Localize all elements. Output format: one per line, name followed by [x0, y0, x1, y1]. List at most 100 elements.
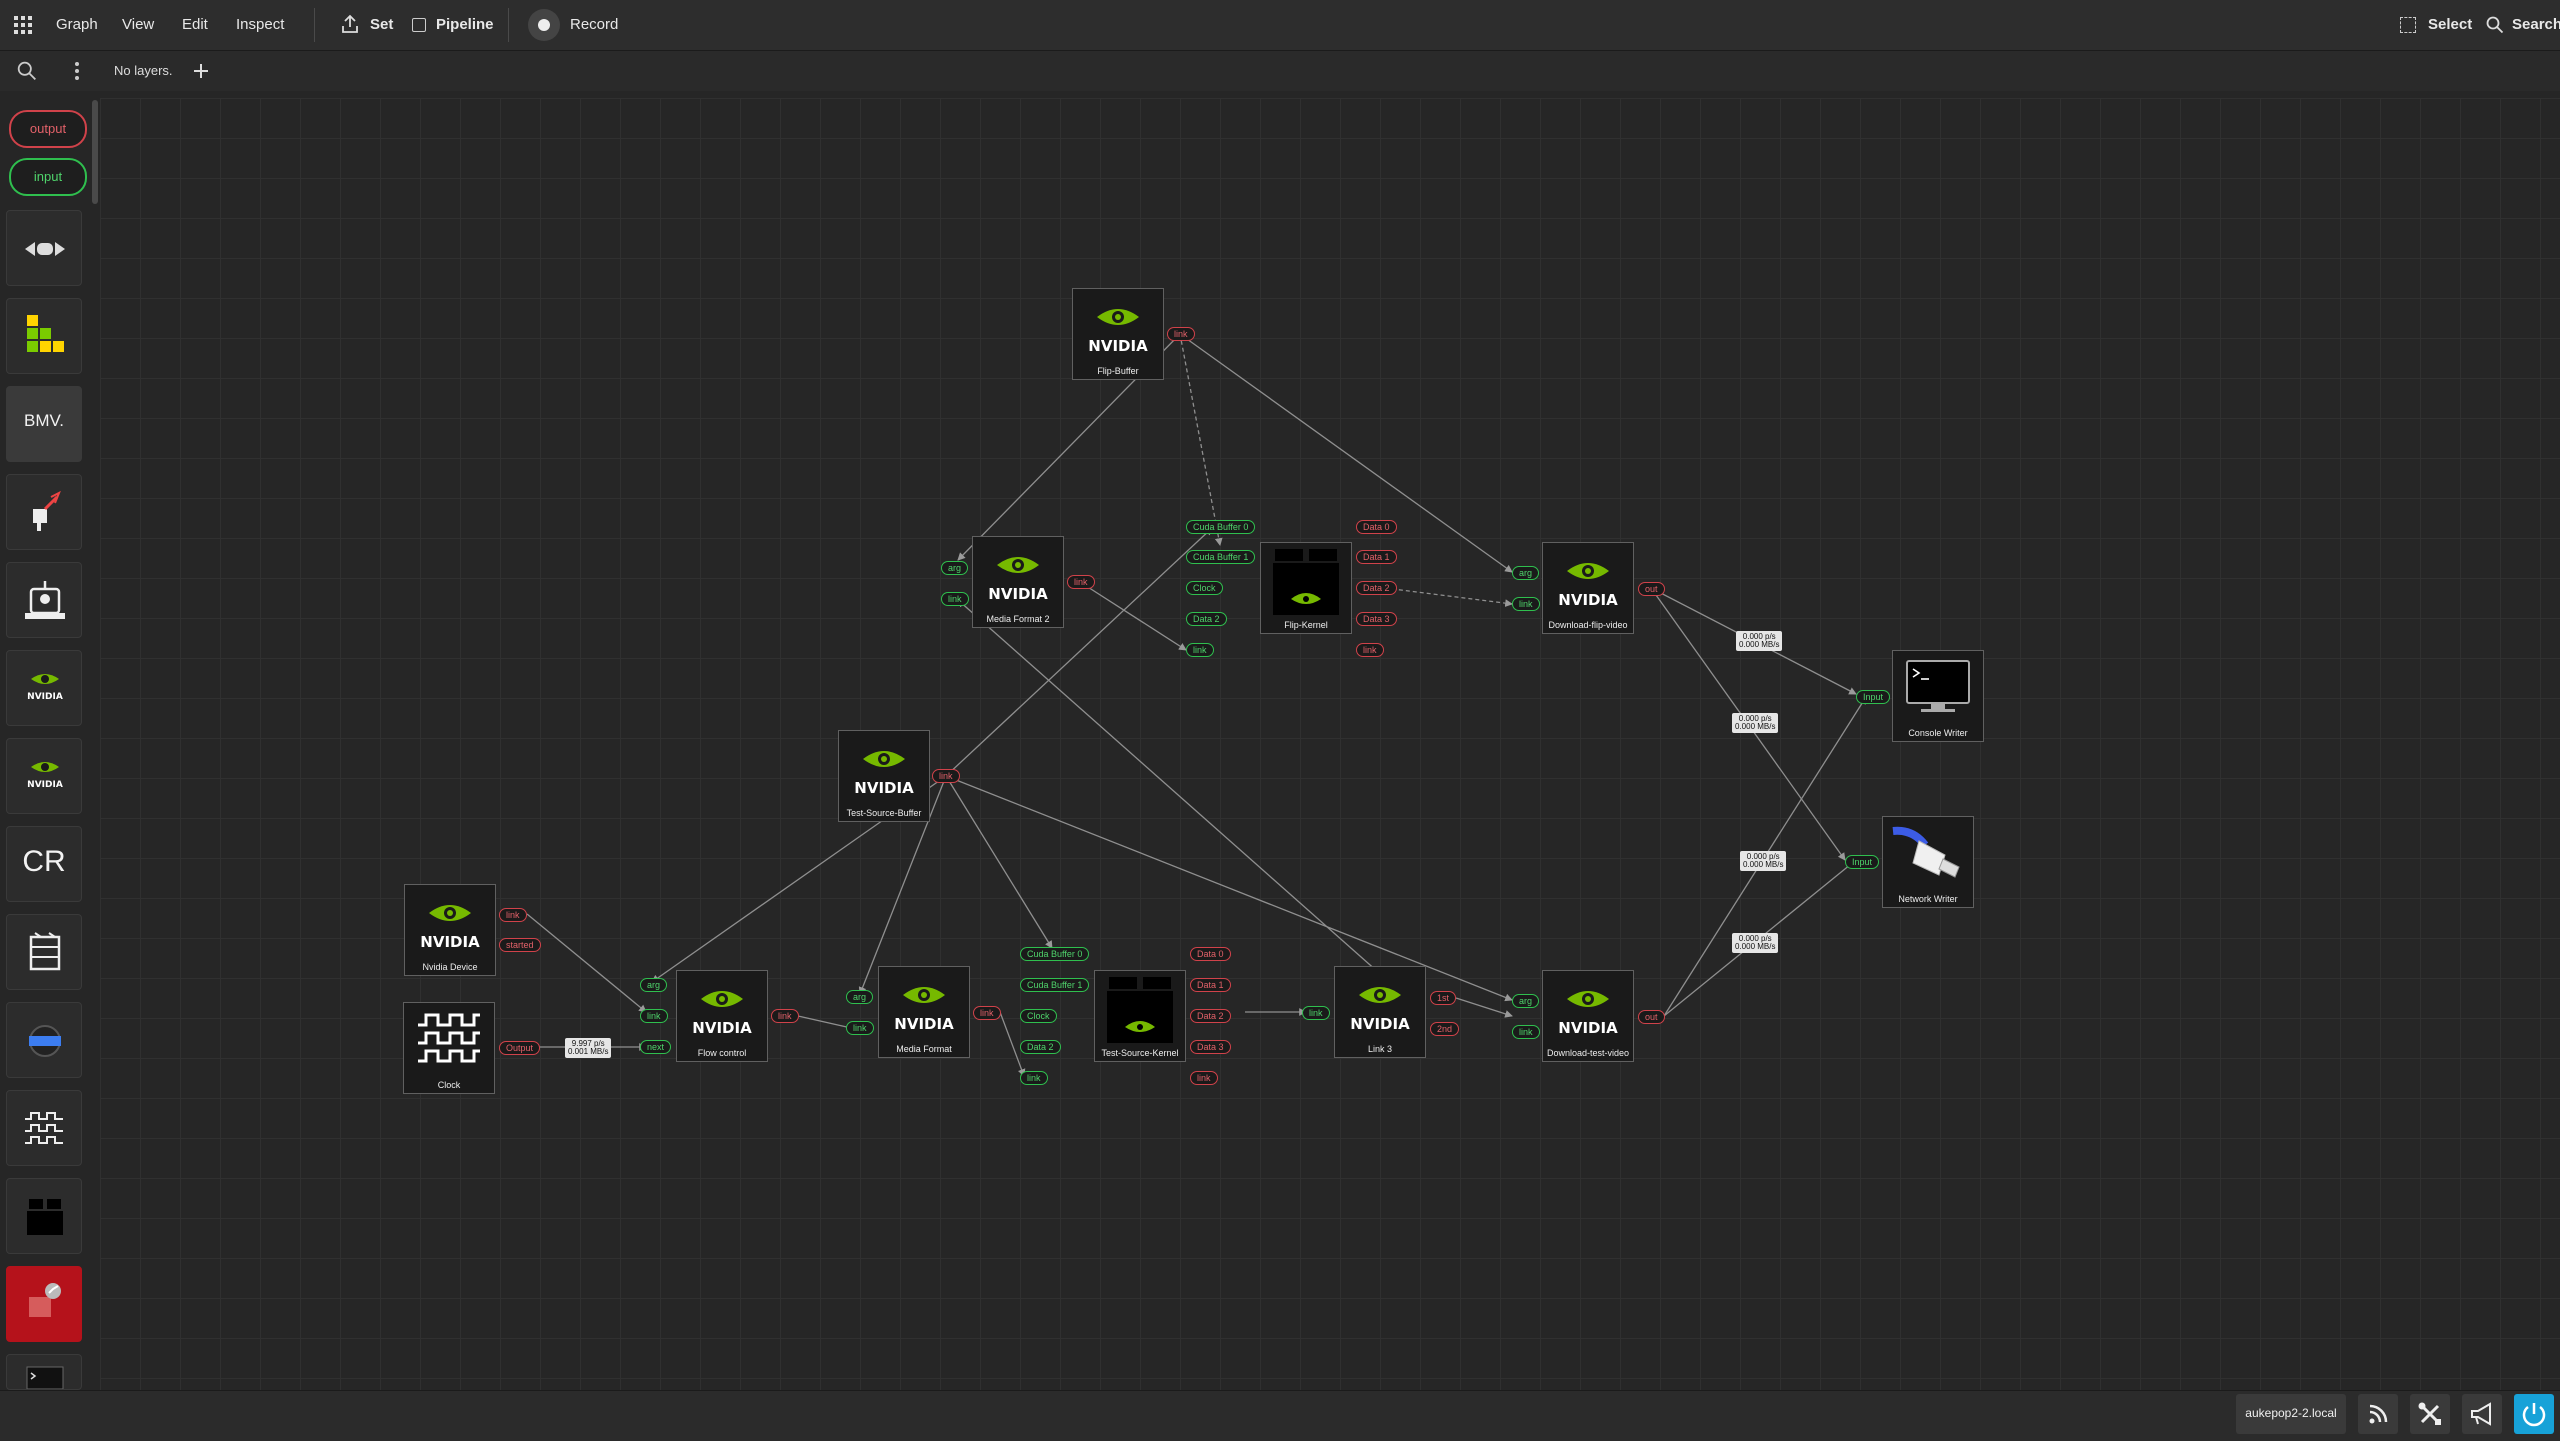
port-console-writer-input[interactable]: Input	[1856, 690, 1891, 704]
port-flip-kernel-cuda-buffer-0[interactable]: Cuda Buffer 0	[1186, 520, 1256, 534]
port-download-test-arg[interactable]: arg	[1512, 994, 1540, 1008]
node-label: Flow control	[697, 1048, 747, 1058]
node-link-3[interactable]: NVIDIA Link 3	[1334, 966, 1426, 1058]
node-network-writer[interactable]: Network Writer	[1882, 816, 1974, 908]
edge	[1179, 333, 1223, 546]
node-label: Download-flip-video	[1548, 620, 1628, 630]
square-wave-icon	[418, 1013, 480, 1063]
nvidia-logo-icon: NVIDIA	[988, 557, 1048, 603]
port-test-kernel-cuda-buffer-1[interactable]: Cuda Buffer 1	[1020, 978, 1090, 992]
port-download-test-link[interactable]: link	[1512, 1025, 1540, 1039]
edge	[945, 775, 1053, 949]
port-flip-kernel-data-2[interactable]: Data 2	[1186, 612, 1227, 626]
port-media-format-2-out-link[interactable]: link	[1067, 575, 1095, 589]
node-download-flip-video[interactable]: NVIDIA Download-flip-video	[1542, 542, 1634, 634]
port-link-3-first[interactable]: 1st	[1430, 991, 1457, 1005]
nvidia-logo-icon: NVIDIA	[1558, 563, 1618, 609]
port-test-kernel-data-2-out[interactable]: Data 2	[1190, 1009, 1231, 1023]
port-media-format-out-link[interactable]: link	[973, 1006, 1001, 1020]
svg-text:NVIDIA: NVIDIA	[420, 933, 480, 951]
node-download-test-video[interactable]: NVIDIA Download-test-video	[1542, 970, 1634, 1062]
port-flip-kernel-cuda-buffer-1[interactable]: Cuda Buffer 1	[1186, 550, 1256, 564]
node-console-writer[interactable]: Console Writer	[1892, 650, 1984, 742]
port-link-3-link[interactable]: link	[1302, 1006, 1330, 1020]
announcements-button[interactable]	[2462, 1394, 2502, 1434]
port-flip-kernel-clock[interactable]: Clock	[1186, 581, 1223, 595]
power-button[interactable]	[2514, 1394, 2554, 1434]
port-download-flip-arg[interactable]: arg	[1512, 566, 1540, 580]
edge-rate-label: 0.000 p/s 0.000 MB/s	[1736, 631, 1783, 651]
node-flow-control[interactable]: NVIDIA Flow control	[676, 970, 768, 1062]
port-test-kernel-data-2[interactable]: Data 2	[1020, 1040, 1061, 1054]
port-nvidia-device-link[interactable]: link	[499, 908, 527, 922]
node-media-format-2[interactable]: NVIDIA Media Format 2	[972, 536, 1064, 628]
port-download-test-out[interactable]: out	[1638, 1010, 1665, 1024]
node-label: Test-Source-Buffer	[846, 808, 922, 818]
node-flip-buffer[interactable]: NVIDIA Flip-Buffer	[1072, 288, 1164, 380]
kernel-blocks-icon	[1107, 977, 1173, 1043]
node-test-source-kernel[interactable]: Test-Source-Kernel	[1094, 970, 1186, 1062]
nvidia-logo-icon: NVIDIA	[1558, 991, 1618, 1037]
port-flow-control-arg[interactable]: arg	[640, 978, 668, 992]
edge	[1455, 997, 1513, 1018]
port-flip-kernel-data-3[interactable]: Data 3	[1356, 612, 1397, 626]
port-flip-kernel-data-2-out[interactable]: Data 2	[1356, 581, 1397, 595]
node-nvidia-device[interactable]: NVIDIA Nvidia Device	[404, 884, 496, 976]
rate-bandwidth: 0.000 MB/s	[1735, 722, 1776, 731]
port-test-kernel-link[interactable]: link	[1020, 1071, 1048, 1085]
node-label: Clock	[437, 1080, 461, 1090]
port-flip-kernel-link[interactable]: link	[1186, 643, 1214, 657]
node-test-source-buffer[interactable]: NVIDIA Test-Source-Buffer	[838, 730, 930, 822]
port-test-kernel-out-link[interactable]: link	[1190, 1071, 1218, 1085]
node-clock[interactable]: Clock	[403, 1002, 495, 1094]
rate-bandwidth: 0.000 MB/s	[1743, 860, 1784, 869]
tools-button[interactable]	[2410, 1394, 2450, 1434]
edge-rate-label: 0.000 p/s 0.000 MB/s	[1732, 933, 1779, 953]
port-nvidia-device-started[interactable]: started	[499, 938, 541, 952]
port-test-kernel-cuda-buffer-0[interactable]: Cuda Buffer 0	[1020, 947, 1090, 961]
rate-bandwidth: 0.000 MB/s	[1735, 942, 1776, 951]
host-button[interactable]: aukepop2-2.local	[2236, 1394, 2346, 1434]
port-test-kernel-data-0[interactable]: Data 0	[1190, 947, 1231, 961]
node-label: Media Format 2	[986, 614, 1050, 624]
node-label: Media Format	[896, 1044, 952, 1054]
port-clock-output[interactable]: Output	[499, 1041, 541, 1055]
nvidia-logo-icon: NVIDIA	[854, 751, 914, 797]
port-flip-kernel-data-1[interactable]: Data 1	[1356, 550, 1397, 564]
port-media-format-arg[interactable]: arg	[846, 990, 874, 1004]
port-flow-control-next[interactable]: next	[640, 1040, 672, 1054]
port-flip-buffer-link[interactable]: link	[1167, 327, 1195, 341]
node-label: Flip-Kernel	[1284, 620, 1328, 630]
port-flow-control-out-link[interactable]: link	[771, 1009, 799, 1023]
edge	[945, 775, 1513, 1002]
port-download-flip-out[interactable]: out	[1638, 582, 1665, 596]
port-link-3-second[interactable]: 2nd	[1430, 1022, 1460, 1036]
edge	[957, 599, 1379, 973]
port-download-flip-link[interactable]: link	[1512, 597, 1540, 611]
port-network-writer-input[interactable]: Input	[1845, 855, 1880, 869]
megaphone-icon	[2471, 1402, 2491, 1426]
port-media-format-2-link[interactable]: link	[941, 592, 969, 606]
network-cable-icon	[1892, 826, 1960, 878]
port-media-format-link[interactable]: link	[846, 1021, 874, 1035]
node-flip-kernel[interactable]: Flip-Kernel	[1260, 542, 1352, 634]
port-test-kernel-clock[interactable]: Clock	[1020, 1009, 1057, 1023]
power-icon	[2522, 1403, 2546, 1427]
port-test-kernel-data-1[interactable]: Data 1	[1190, 978, 1231, 992]
svg-text:NVIDIA: NVIDIA	[1350, 1015, 1410, 1033]
rss-icon	[2369, 1404, 2388, 1424]
svg-text:NVIDIA: NVIDIA	[692, 1019, 752, 1037]
node-media-format[interactable]: NVIDIA Media Format	[878, 966, 970, 1058]
feed-button[interactable]	[2358, 1394, 2398, 1434]
node-label: Link 3	[1367, 1044, 1393, 1054]
port-media-format-2-arg[interactable]: arg	[941, 561, 969, 575]
port-flip-kernel-data-0[interactable]: Data 0	[1356, 520, 1397, 534]
port-flow-control-link[interactable]: link	[640, 1009, 668, 1023]
edge	[1079, 581, 1187, 651]
port-flip-kernel-out-link[interactable]: link	[1356, 643, 1384, 657]
nvidia-logo-icon: NVIDIA	[692, 991, 752, 1037]
nvidia-logo-icon: NVIDIA	[420, 905, 480, 951]
graph-edges	[526, 333, 1867, 1077]
port-test-source-buffer-link[interactable]: link	[932, 769, 960, 783]
port-test-kernel-data-3[interactable]: Data 3	[1190, 1040, 1231, 1054]
